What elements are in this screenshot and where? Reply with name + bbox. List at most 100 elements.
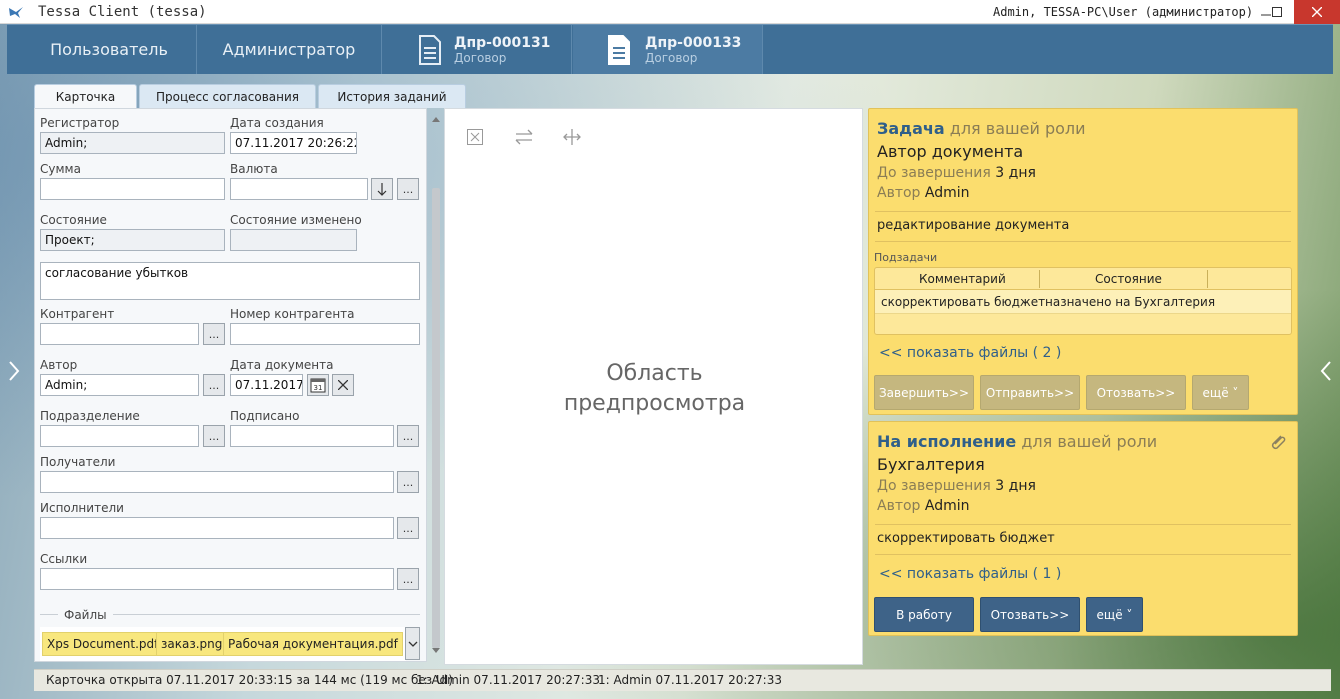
maximize-button[interactable] xyxy=(1259,0,1295,24)
author-label: Автор xyxy=(877,185,921,201)
column-header[interactable]: Комментарий xyxy=(919,272,1006,286)
send-button[interactable]: Отправить>> xyxy=(980,375,1080,410)
show-files-link[interactable]: << показать файлы ( 2 ) xyxy=(879,345,1061,361)
svg-text:31: 31 xyxy=(314,384,323,392)
links-label: Ссылки xyxy=(40,552,88,566)
performers-browse-button[interactable]: ... xyxy=(397,517,419,539)
recipients-browse-button[interactable]: ... xyxy=(397,471,419,493)
task-due: До завершения 3 дня xyxy=(877,478,1036,494)
tab-user-label: Пользователь xyxy=(50,40,168,59)
tab-admin[interactable]: Администратор xyxy=(197,25,382,74)
state-changed-label: Состояние изменено xyxy=(230,213,362,227)
more-button[interactable]: ещё ˅ xyxy=(1086,597,1143,632)
signed-browse-button[interactable]: ... xyxy=(397,425,419,447)
close-icon xyxy=(1312,7,1322,17)
take-to-work-button[interactable]: В работу xyxy=(874,597,974,632)
clear-date-button[interactable] xyxy=(332,374,354,396)
subtasks-label: Подзадачи xyxy=(874,251,938,264)
files-label: Файлы xyxy=(58,608,113,622)
chevron-right-icon xyxy=(9,361,20,381)
partner-field[interactable] xyxy=(40,323,199,345)
author-label: Автор xyxy=(40,358,78,372)
signed-field[interactable] xyxy=(230,425,394,447)
calendar-button[interactable]: 31 xyxy=(307,374,329,396)
close-button[interactable] xyxy=(1294,0,1340,24)
files-expand-button[interactable] xyxy=(405,627,420,660)
links-browse-button[interactable]: ... xyxy=(397,568,419,590)
department-field[interactable] xyxy=(40,425,199,447)
task-description: скорректировать бюджет xyxy=(877,531,1055,546)
file-chip[interactable]: заказ.png xyxy=(156,632,228,656)
revoke-button[interactable]: Отозвать>> xyxy=(980,597,1080,632)
partner-number-field[interactable] xyxy=(230,323,420,345)
swap-icon[interactable] xyxy=(515,129,533,145)
task-panel-author: Задача для вашей роли Автор документа До… xyxy=(868,108,1298,415)
tessa-logo-icon xyxy=(9,7,23,18)
task-kind[interactable]: На исполнение xyxy=(877,432,1016,451)
tab-card-131[interactable]: Дпр-000131 Договор xyxy=(382,25,572,74)
card-number: Дпр-000131 xyxy=(454,34,551,51)
recipients-field[interactable] xyxy=(40,471,394,493)
preview-line-1: Область xyxy=(606,361,703,386)
currency-browse-button[interactable]: ... xyxy=(397,178,419,200)
task-due: До завершения 3 дня xyxy=(877,165,1036,181)
scroll-thumb[interactable] xyxy=(432,188,440,648)
revoke-button[interactable]: Отозвать>> xyxy=(1086,375,1186,410)
right-panel-toggle[interactable] xyxy=(1320,360,1334,400)
task-role: Бухгалтерия xyxy=(877,455,985,474)
task-kind[interactable]: Задача xyxy=(877,119,945,138)
show-files-link[interactable]: << показать файлы ( 1 ) xyxy=(879,566,1061,582)
arrow-down-icon xyxy=(377,183,387,196)
file-chip[interactable]: Xps Document.pdf xyxy=(42,632,164,656)
created-field[interactable]: 07.11.2017 20:26:22 xyxy=(230,132,357,154)
column-header[interactable]: Состояние xyxy=(1095,272,1162,286)
performers-field[interactable] xyxy=(40,517,394,539)
tab-card-label: Карточка xyxy=(55,90,116,104)
state-field[interactable]: Проект; xyxy=(40,229,225,251)
card-number: Дпр-000133 xyxy=(645,34,742,51)
state-changed-field[interactable] xyxy=(230,229,357,251)
author-field[interactable]: Admin; xyxy=(40,374,199,396)
partner-browse-button[interactable]: ... xyxy=(203,323,225,345)
divider xyxy=(875,241,1291,242)
sum-field[interactable] xyxy=(40,178,225,200)
currency-field[interactable] xyxy=(230,178,368,200)
links-field[interactable] xyxy=(40,568,394,590)
author-browse-button[interactable]: ... xyxy=(203,374,225,396)
department-browse-button[interactable]: ... xyxy=(203,425,225,447)
divider xyxy=(875,554,1291,555)
status-item: 1: Admin 07.11.2017 20:27:33 xyxy=(416,673,600,687)
tab-card[interactable]: Карточка xyxy=(34,84,137,109)
form-scrollbar[interactable] xyxy=(429,110,443,660)
task-role: Автор документа xyxy=(877,142,1024,161)
paperclip-icon[interactable] xyxy=(1267,432,1289,454)
divider xyxy=(875,211,1291,212)
tab-user[interactable]: Пользователь xyxy=(22,25,197,74)
file-chip[interactable]: Рабочая документация.pdf xyxy=(223,632,403,656)
due-label: До завершения xyxy=(877,478,991,494)
table-row[interactable]: скорректировать бюджет назначено на Бухг… xyxy=(875,290,1291,314)
due-value: 3 дня xyxy=(995,478,1036,494)
table-header: Комментарий Состояние xyxy=(875,268,1291,290)
registrar-field[interactable]: Admin; xyxy=(40,132,225,154)
document-icon xyxy=(608,35,630,65)
signed-label: Подписано xyxy=(230,409,300,423)
tab-approval[interactable]: Процесс согласования xyxy=(139,84,316,108)
status-opened: Карточка открыта 07.11.2017 20:33:15 за … xyxy=(46,673,453,687)
scroll-up-icon xyxy=(432,117,440,122)
subject-field[interactable]: согласование убытков xyxy=(40,262,420,300)
scroll-down-icon xyxy=(432,648,440,653)
tab-history[interactable]: История заданий xyxy=(318,84,466,108)
tab-admin-label: Администратор xyxy=(222,40,356,59)
docdate-field[interactable]: 07.11.2017 xyxy=(230,374,303,396)
more-button[interactable]: ещё ˅ xyxy=(1192,375,1249,410)
preview-line-2: предпросмотра xyxy=(563,391,746,416)
tab-card-133[interactable]: Дпр-000133 Договор xyxy=(573,25,763,74)
task-panel-accounting: На исполнение для вашей роли Бухгалтерия… xyxy=(868,421,1298,636)
left-panel-toggle[interactable] xyxy=(8,360,22,400)
close-preview-icon[interactable] xyxy=(467,129,483,145)
complete-button[interactable]: Завершить>> xyxy=(874,375,974,410)
currency-dropdown-button[interactable] xyxy=(371,178,393,200)
split-icon[interactable] xyxy=(563,129,581,145)
column-divider xyxy=(1207,270,1208,288)
